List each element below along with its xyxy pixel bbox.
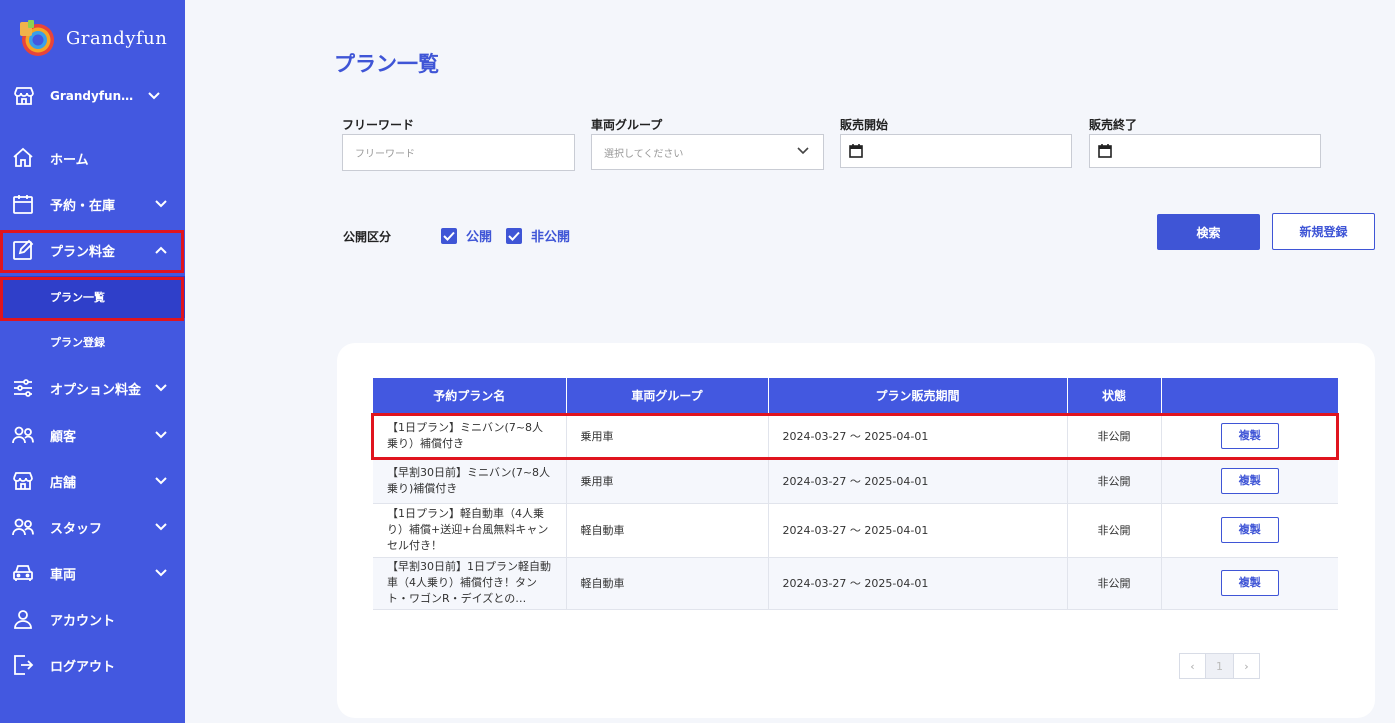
logo-icon xyxy=(20,20,54,56)
sale-period-cell: 2024-03-27 ～ 2025-04-01 xyxy=(768,459,1068,504)
logout-icon xyxy=(10,652,36,678)
status-cell: 非公開 xyxy=(1067,459,1162,504)
store-selector[interactable]: Grandyfun… xyxy=(0,80,185,112)
brand-name: Grandyfun xyxy=(66,27,168,49)
plan-name-cell: 【1日プラン】軽自動車（4人乗り）補償+送迎+台風無料キャンセル付き！ xyxy=(373,503,567,558)
duplicate-button[interactable]: 複製 xyxy=(1220,570,1279,596)
chevron-down-icon xyxy=(151,384,171,392)
calendar-icon xyxy=(849,144,863,158)
sale-period-cell: 2024-03-27 ～ 2025-04-01 xyxy=(768,557,1068,610)
sliders-icon xyxy=(10,375,36,401)
table-row[interactable]: 【1日プラン】軽自動車（4人乗り）補償+送迎+台風無料キャンセル付き！ 軽自動車… xyxy=(373,503,1338,558)
checkbox-checked-icon xyxy=(441,227,457,244)
page-title: プラン一覧 xyxy=(334,52,439,76)
users-icon xyxy=(10,422,36,448)
table-row[interactable]: 【早割30日前】1日プラン軽自動車（4人乗り）補償付き！タント・ワゴンR・デイズ… xyxy=(373,557,1338,610)
calendar-icon xyxy=(1098,144,1112,158)
next-page-button[interactable]: › xyxy=(1233,653,1260,679)
nav-label: 店舗 xyxy=(50,475,77,491)
sale-end-label: 販売終了 xyxy=(1089,118,1138,132)
chevron-down-icon xyxy=(151,477,171,485)
duplicate-button[interactable]: 複製 xyxy=(1220,517,1279,543)
nav-label: ホーム xyxy=(50,152,89,168)
nav-label: 車両 xyxy=(50,567,77,583)
vehicle-group-select[interactable]: 選択してください xyxy=(591,134,824,170)
chevron-down-icon xyxy=(151,523,171,531)
chevron-down-icon xyxy=(151,200,171,208)
home-icon xyxy=(10,145,36,171)
nav-vehicles[interactable]: 車両 xyxy=(0,553,185,593)
table-row[interactable]: 【早割30日前】ミニバン(7~8人乗り)補償付き 乗用車 2024-03-27 … xyxy=(373,459,1338,504)
nav-label: ログアウト xyxy=(50,659,116,675)
freeword-placeholder: フリーワード xyxy=(355,149,415,160)
freeword-label: フリーワード xyxy=(342,118,415,132)
brand-logo[interactable]: Grandyfun xyxy=(16,18,167,58)
column-header xyxy=(1161,378,1338,413)
public-checkbox-label: 公開 xyxy=(466,230,493,245)
sale-period-cell: 2024-03-27 ～ 2025-04-01 xyxy=(768,503,1068,558)
nav-label: スタッフ xyxy=(50,521,103,537)
store-icon xyxy=(10,468,36,494)
car-icon xyxy=(10,560,36,586)
nav-logout[interactable]: ログアウト xyxy=(0,645,185,685)
nav-stores[interactable]: 店舗 xyxy=(0,461,185,501)
private-checkbox-label: 非公開 xyxy=(531,230,571,245)
vehicle-group-cell: 軽自動車 xyxy=(566,503,769,558)
chevron-down-icon xyxy=(151,431,171,439)
chevron-down-icon xyxy=(151,569,171,577)
plan-name-cell: 【早割30日前】1日プラン軽自動車（4人乗り）補償付き！タント・ワゴンR・デイズ… xyxy=(373,557,567,610)
nav-label: 顧客 xyxy=(50,429,77,445)
public-checkbox[interactable]: 公開 xyxy=(441,226,492,245)
vehicle-group-cell: 軽自動車 xyxy=(566,557,769,610)
page-number[interactable]: 1 xyxy=(1206,653,1233,679)
calendar-icon xyxy=(10,191,36,217)
search-button[interactable]: 検索 xyxy=(1157,214,1260,250)
highlight-box xyxy=(0,277,184,321)
vehicle-group-cell: 乗用車 xyxy=(566,459,769,504)
nav-options[interactable]: オプション料金 xyxy=(0,368,185,408)
column-header: 予約プラン名 xyxy=(373,378,567,413)
column-header: 車両グループ xyxy=(566,378,769,413)
duplicate-button[interactable]: 複製 xyxy=(1220,468,1279,494)
new-registration-button[interactable]: 新規登録 xyxy=(1272,213,1375,250)
table-header: 予約プラン名 車両グループ プラン販売期間 状態 xyxy=(373,378,1338,413)
vehicle-group-placeholder: 選択してください xyxy=(604,148,684,160)
pagination: ‹ 1 › xyxy=(1179,653,1260,679)
nav-home[interactable]: ホーム xyxy=(0,138,185,178)
sale-end-input[interactable] xyxy=(1089,134,1321,168)
plan-name-cell: 【早割30日前】ミニバン(7~8人乗り)補償付き xyxy=(373,459,567,504)
subnav-plan-register[interactable]: プラン登録 xyxy=(0,321,185,363)
nav-customers[interactable]: 顧客 xyxy=(0,415,185,455)
vehicle-group-label: 車両グループ xyxy=(591,118,663,132)
nav-label: オプション料金 xyxy=(50,382,142,398)
highlight-box xyxy=(0,230,184,273)
status-cell: 非公開 xyxy=(1067,557,1162,610)
sidebar: Grandyfun Grandyfun… ホーム 予約・在庫 プラン料金 プラン… xyxy=(0,0,185,723)
chevron-down-icon xyxy=(797,147,809,155)
store-selector-label: Grandyfun… xyxy=(50,89,134,103)
sale-start-label: 販売開始 xyxy=(840,118,889,132)
nav-staff[interactable]: スタッフ xyxy=(0,507,185,547)
staff-icon xyxy=(10,514,36,540)
private-checkbox[interactable]: 非公開 xyxy=(506,226,570,245)
nav-label: 予約・在庫 xyxy=(50,198,116,214)
sale-start-input[interactable] xyxy=(840,134,1072,168)
freeword-input[interactable]: フリーワード xyxy=(342,134,575,171)
nav-label: アカウント xyxy=(50,613,116,629)
chevron-down-icon xyxy=(148,92,160,100)
visibility-label: 公開区分 xyxy=(343,230,392,244)
action-cell: 複製 xyxy=(1161,557,1338,610)
nav-reservations[interactable]: 予約・在庫 xyxy=(0,184,185,224)
highlight-box xyxy=(371,413,1339,460)
action-cell: 複製 xyxy=(1161,503,1338,558)
store-icon xyxy=(14,87,34,105)
nav-account[interactable]: アカウント xyxy=(0,599,185,639)
status-cell: 非公開 xyxy=(1067,503,1162,558)
prev-page-button[interactable]: ‹ xyxy=(1179,653,1206,679)
action-cell: 複製 xyxy=(1161,459,1338,504)
column-header: プラン販売期間 xyxy=(768,378,1068,413)
column-header: 状態 xyxy=(1067,378,1162,413)
checkbox-checked-icon xyxy=(506,227,522,244)
user-icon xyxy=(10,606,36,632)
